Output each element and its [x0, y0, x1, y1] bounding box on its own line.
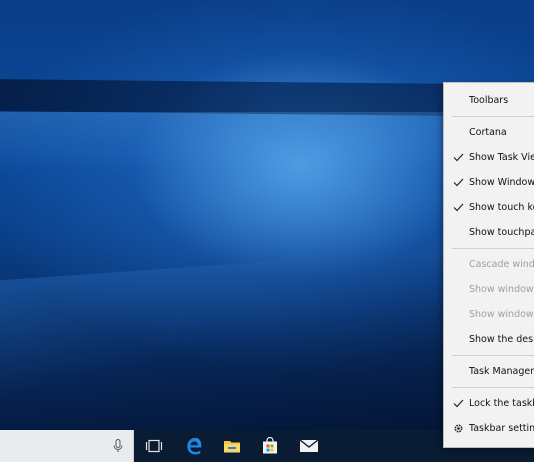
menu-separator	[452, 387, 534, 388]
menu-item-label: Show touchpad	[469, 227, 534, 238]
check-icon	[452, 145, 464, 170]
menu-item-label: Cortana	[469, 127, 507, 138]
mail-button[interactable]	[290, 430, 328, 462]
menu-item-cortana[interactable]: Cortana	[444, 120, 534, 145]
microphone-icon[interactable]	[110, 438, 126, 454]
menu-item-show-touch-keyboard[interactable]: Show touch key	[444, 195, 534, 220]
menu-item-show-the-desktop[interactable]: Show the deskto	[444, 327, 534, 352]
menu-item-show-windows-ink[interactable]: Show Windows	[444, 170, 534, 195]
menu-item-task-manager[interactable]: Task Manager	[444, 359, 534, 384]
file-explorer-icon	[224, 441, 240, 453]
menu-item-label: Show windows	[469, 284, 534, 295]
task-view-button[interactable]	[135, 430, 173, 462]
menu-item-show-windows-stacked: Show windows	[444, 277, 534, 302]
menu-item-label: Show Task View	[469, 152, 534, 163]
check-icon	[452, 170, 464, 195]
gear-icon	[452, 416, 464, 441]
store-button[interactable]	[251, 430, 289, 462]
menu-item-label: Show touch key	[469, 202, 534, 213]
cortana-search-box[interactable]	[0, 430, 134, 462]
menu-item-taskbar-settings[interactable]: Taskbar settings	[444, 416, 534, 441]
menu-item-label: Toolbars	[469, 95, 509, 106]
menu-item-label: Show windows	[469, 309, 534, 320]
menu-separator	[452, 355, 534, 356]
menu-item-show-touchpad[interactable]: Show touchpad	[444, 220, 534, 245]
store-icon	[263, 437, 277, 454]
edge-icon	[187, 437, 202, 455]
menu-item-toolbars[interactable]: Toolbars	[444, 88, 534, 113]
menu-item-label: Show Windows	[469, 177, 534, 188]
file-explorer-button[interactable]	[213, 430, 251, 462]
edge-button[interactable]	[175, 430, 213, 462]
menu-item-label: Show the deskto	[469, 334, 534, 345]
check-icon	[452, 391, 464, 416]
menu-item-label: Lock the taskba	[469, 398, 534, 409]
mail-icon	[299, 439, 319, 452]
menu-item-lock-the-taskbar[interactable]: Lock the taskba	[444, 391, 534, 416]
menu-item-label: Cascade window	[469, 259, 534, 270]
menu-separator	[452, 248, 534, 249]
taskbar-context-menu: Toolbars Cortana Show Task View Show Win…	[443, 82, 534, 448]
menu-item-cascade-windows: Cascade window	[444, 252, 534, 277]
task-view-icon	[145, 439, 163, 453]
menu-separator	[452, 116, 534, 117]
menu-item-label: Taskbar settings	[469, 423, 534, 434]
check-icon	[452, 195, 464, 220]
menu-item-label: Task Manager	[469, 366, 534, 377]
menu-item-show-windows-side-by-side: Show windows	[444, 302, 534, 327]
menu-item-show-task-view[interactable]: Show Task View	[444, 145, 534, 170]
